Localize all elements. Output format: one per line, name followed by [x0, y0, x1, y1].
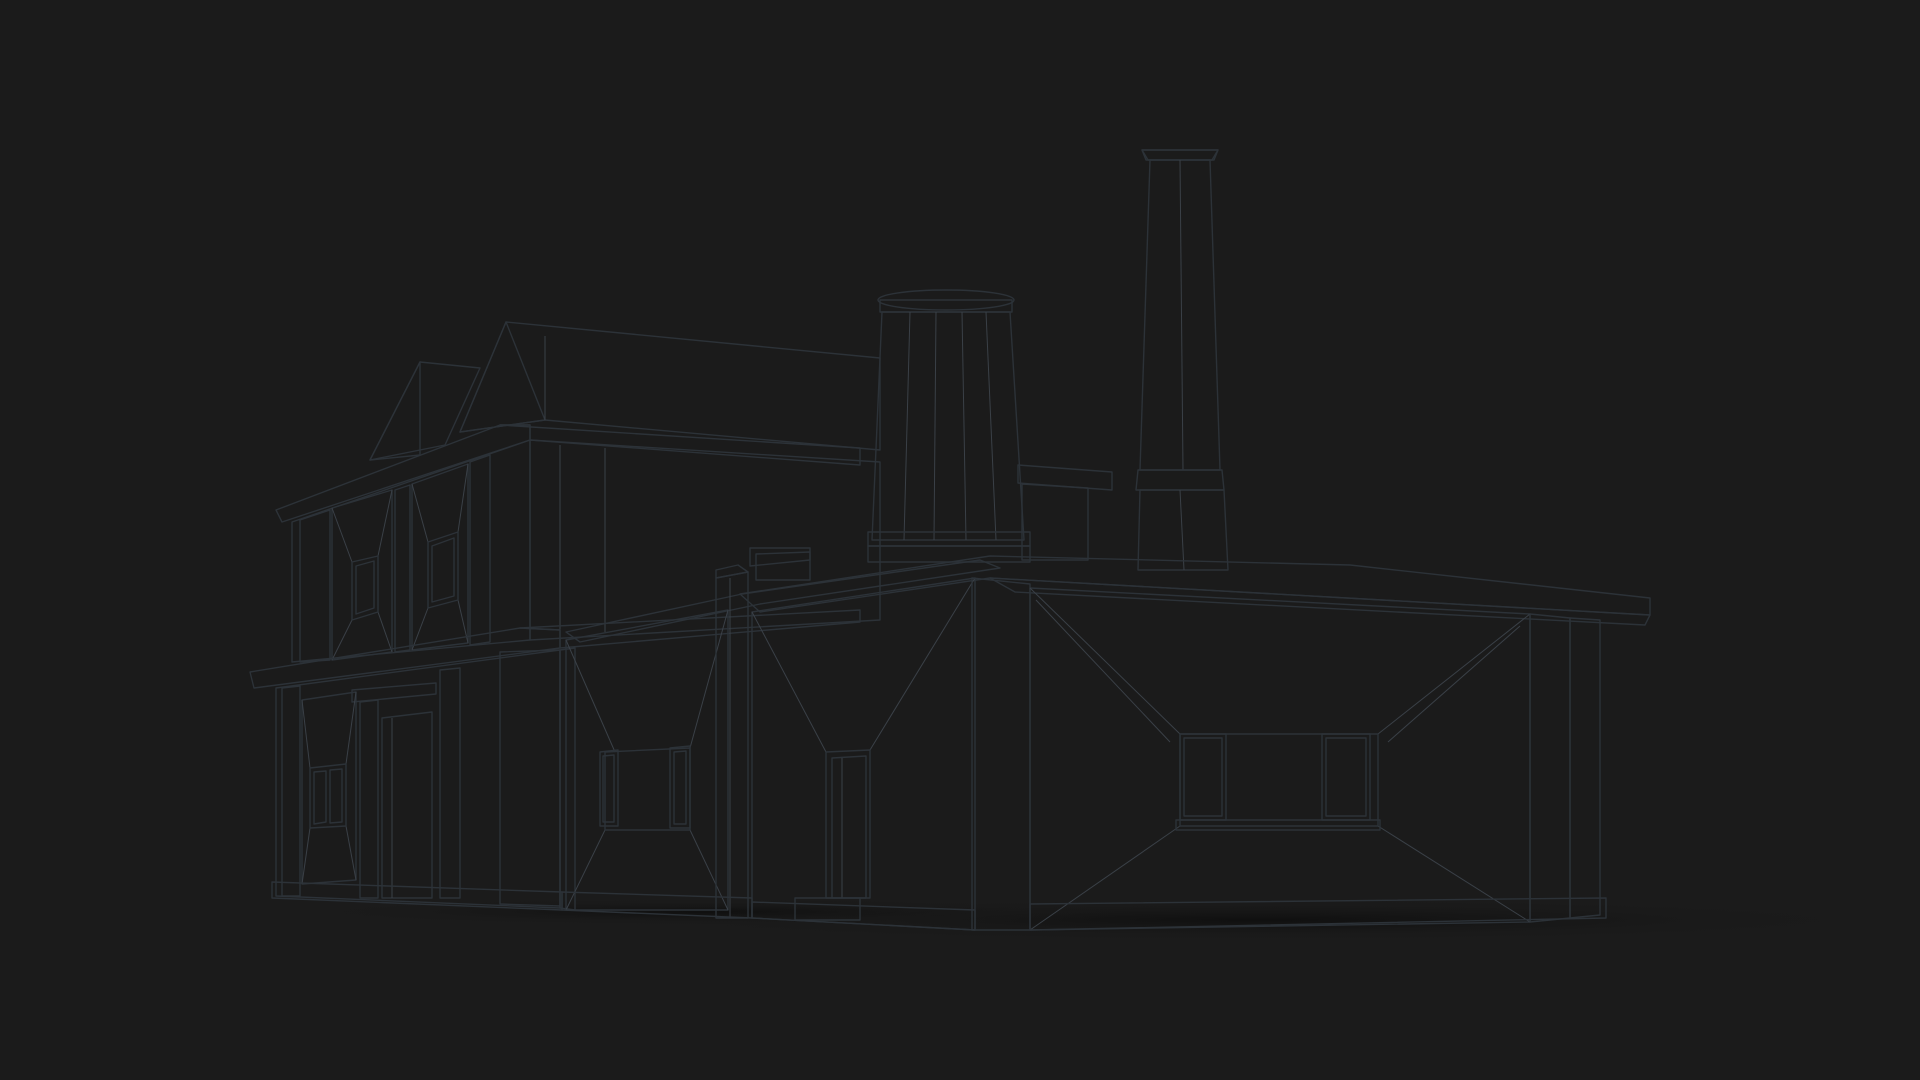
main-hall — [739, 555, 1651, 931]
upper-storey — [275, 424, 881, 663]
smokestack — [1135, 149, 1229, 571]
mid-cornice — [249, 609, 861, 689]
ground-storey — [275, 647, 576, 911]
factory-model-render — [249, 149, 1920, 942]
render-viewport — [0, 0, 1920, 1080]
cooling-tower — [867, 289, 1031, 563]
middle-wing — [565, 547, 1001, 919]
